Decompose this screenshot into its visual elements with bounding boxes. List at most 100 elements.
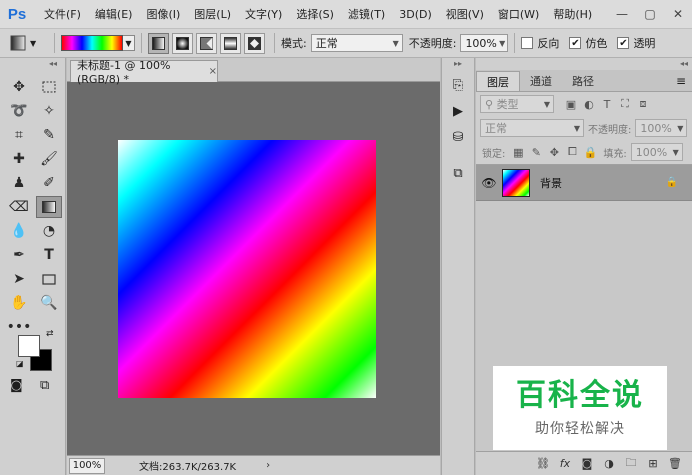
linear-gradient-button[interactable]	[148, 32, 169, 54]
history-panel-icon[interactable]: ⎘	[445, 74, 471, 96]
gradient-preview[interactable]	[61, 35, 123, 51]
tab-channels[interactable]: 通道	[520, 71, 562, 91]
foreground-color-swatch[interactable]	[18, 335, 40, 357]
lock-image-icon[interactable]: ✎	[527, 146, 545, 159]
menu-filter[interactable]: 滤镜(T)	[348, 6, 385, 22]
healing-brush-tool-icon[interactable]: ✚	[6, 148, 32, 170]
blur-tool-icon[interactable]: 💧	[6, 220, 32, 242]
blend-mode-select[interactable]: 正常 ▼	[310, 34, 403, 52]
type-filter-icon[interactable]: T	[598, 98, 616, 111]
shape-filter-icon[interactable]: ⛶	[616, 97, 634, 111]
magic-wand-tool-icon[interactable]: ✧	[36, 100, 62, 122]
adjustment-filter-icon[interactable]: ◐	[580, 98, 598, 111]
move-tool-icon[interactable]: ✥	[6, 76, 32, 98]
transparency-checkbox[interactable]: ✔	[617, 37, 630, 49]
layer-comps-panel-icon[interactable]: ⛁	[445, 126, 471, 148]
close-button[interactable]: ✕	[664, 0, 692, 28]
minimize-button[interactable]: —	[608, 0, 636, 28]
smart-object-filter-icon[interactable]: ⧈	[634, 97, 652, 111]
add-mask-icon[interactable]: ◙	[576, 457, 598, 470]
layer-row[interactable]: 👁 背景 🔒	[476, 165, 692, 201]
delete-layer-icon[interactable]: 🗑	[664, 457, 686, 470]
lock-all-icon[interactable]: 🔒	[581, 146, 599, 159]
brush-tool-icon[interactable]: 🖌	[36, 148, 62, 170]
status-menu-arrow[interactable]: ›	[266, 460, 270, 471]
diamond-gradient-button[interactable]	[244, 32, 265, 54]
panel-menu-icon[interactable]: ≡	[676, 74, 686, 88]
default-colors-icon[interactable]: ◪	[16, 359, 24, 368]
opacity-input[interactable]: 100% ▼	[460, 34, 509, 52]
link-layers-icon[interactable]: ⛓	[532, 457, 554, 470]
restore-button[interactable]: ▢	[636, 0, 664, 28]
menu-image[interactable]: 图像(I)	[146, 6, 180, 22]
fill-input[interactable]: 100% ▼	[630, 143, 683, 161]
expand-icon[interactable]: ▸▸	[442, 58, 474, 70]
menu-view[interactable]: 视图(V)	[446, 6, 484, 22]
document-tab[interactable]: 未标题-1 @ 100%(RGB/8) * ×	[70, 59, 218, 86]
tab-paths[interactable]: 路径	[562, 71, 604, 91]
angle-gradient-button[interactable]	[196, 32, 217, 54]
menu-file[interactable]: 文件(F)	[44, 6, 81, 22]
radial-gradient-button[interactable]	[172, 32, 193, 54]
tool-preset-picker[interactable]: ▼	[10, 32, 48, 54]
clone-stamp-tool-icon[interactable]: ♟	[6, 172, 32, 194]
collapse-icon[interactable]: ◂◂	[0, 58, 65, 70]
layer-blend-mode-select[interactable]: 正常 ▼	[480, 119, 584, 137]
swap-colors-icon[interactable]: ⇄	[46, 329, 54, 339]
menu-help[interactable]: 帮助(H)	[553, 6, 592, 22]
document-canvas-image[interactable]	[118, 140, 376, 398]
actions-panel-icon[interactable]: ▶	[445, 100, 471, 122]
history-brush-tool-icon[interactable]: ✐	[36, 172, 62, 194]
lock-icon: 🔒	[665, 177, 678, 188]
layer-opacity-input[interactable]: 100% ▼	[635, 119, 688, 137]
tab-layers[interactable]: 图层	[476, 71, 520, 91]
type-tool-icon[interactable]: T	[36, 244, 62, 266]
gradient-tool-button[interactable]	[36, 196, 62, 218]
pen-tool-icon[interactable]: ✒	[6, 244, 32, 266]
color-swatches[interactable]: ⇄ ◪	[16, 329, 58, 373]
divider	[514, 33, 516, 53]
lasso-tool-icon[interactable]: ➰	[6, 100, 32, 122]
pixel-filter-icon[interactable]: ▣	[562, 98, 580, 111]
menu-layer[interactable]: 图层(L)	[194, 6, 231, 22]
lock-position-icon[interactable]: ✥	[545, 146, 563, 159]
panel-collapse-icon[interactable]: ◂◂	[476, 58, 692, 70]
linear-gradient-icon	[152, 36, 165, 50]
new-group-icon[interactable]: 🗀	[620, 454, 642, 473]
dodge-tool-icon[interactable]: ◔	[36, 220, 62, 242]
screen-mode-icon[interactable]: ⧉	[40, 378, 49, 393]
dither-checkbox[interactable]: ✔	[569, 37, 582, 49]
opacity-value: 100%	[465, 36, 497, 50]
close-icon[interactable]: ×	[209, 66, 217, 77]
quick-mask-icon[interactable]: ◙	[10, 378, 23, 393]
new-layer-icon[interactable]: ⊞	[642, 457, 664, 470]
zoom-level-input[interactable]: 100%	[69, 457, 105, 474]
menu-type[interactable]: 文字(Y)	[245, 6, 282, 22]
crop-tool-icon[interactable]: ⌗	[6, 124, 32, 146]
menu-window[interactable]: 窗口(W)	[498, 6, 539, 22]
marquee-tool-icon[interactable]	[36, 76, 62, 98]
layer-style-icon[interactable]: fx	[554, 457, 576, 470]
eyedropper-tool-icon[interactable]: ✎	[36, 124, 62, 146]
layer-thumbnail	[502, 168, 530, 197]
chevron-down-icon: ▼	[30, 38, 37, 48]
zoom-tool-icon[interactable]: 🔍	[36, 292, 62, 314]
rectangle-tool-icon[interactable]	[36, 268, 62, 290]
paragraph-panel-icon[interactable]: ⧉	[445, 162, 471, 184]
lock-artboard-icon[interactable]: ⧠	[563, 145, 581, 159]
lock-transparent-icon[interactable]: ▦	[509, 146, 527, 159]
watermark: 百科全说 助你轻松解决	[493, 366, 667, 450]
layer-kind-filter[interactable]: ⚲ 类型 ▼	[480, 95, 554, 113]
menu-select[interactable]: 选择(S)	[296, 6, 334, 22]
path-selection-tool-icon[interactable]: ➤	[6, 268, 32, 290]
eraser-tool-icon[interactable]: ⌫	[6, 196, 32, 218]
reflected-gradient-button[interactable]	[220, 32, 241, 54]
eye-icon[interactable]: 👁	[476, 176, 502, 190]
panel-tabs: 图层 通道 路径 ≡	[476, 70, 692, 92]
gradient-picker-dropdown[interactable]: ▼	[123, 35, 135, 51]
reverse-checkbox[interactable]	[521, 37, 534, 49]
new-adjustment-layer-icon[interactable]: ◑	[598, 457, 620, 470]
menu-edit[interactable]: 编辑(E)	[95, 6, 133, 22]
menu-3d[interactable]: 3D(D)	[399, 8, 432, 21]
hand-tool-icon[interactable]: ✋	[6, 292, 32, 314]
